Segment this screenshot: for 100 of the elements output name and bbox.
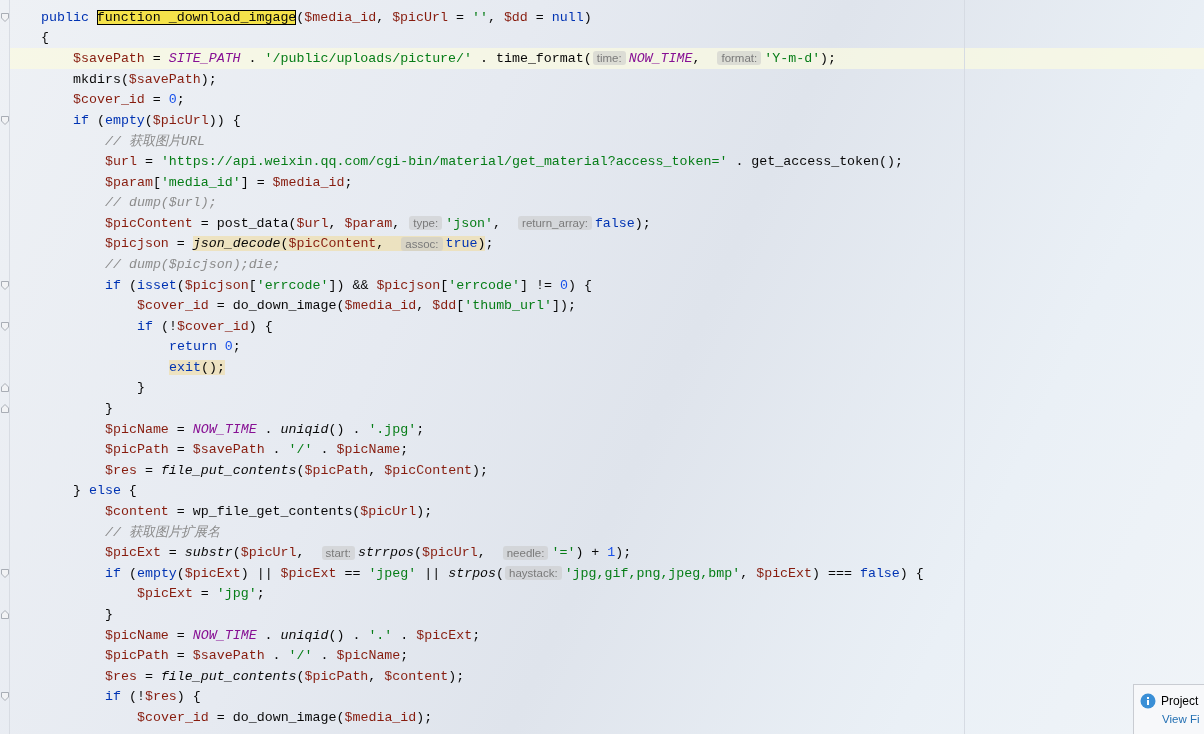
fold-marker-icon[interactable] xyxy=(0,383,9,393)
code-token: $cover_id xyxy=(137,298,209,314)
code-token: ( xyxy=(176,277,185,293)
fold-marker-icon[interactable] xyxy=(0,115,9,125)
code-token: $picUrl xyxy=(152,112,209,128)
code-token: = post_data( xyxy=(199,215,297,231)
search-highlight: function _download_imgage xyxy=(96,9,297,25)
code-token: return xyxy=(169,339,218,355)
code-token: ; xyxy=(232,339,241,355)
code-token: (! xyxy=(127,689,145,705)
code-token: $res xyxy=(105,462,137,478)
code-token: $picjson xyxy=(376,277,441,293)
code-token: NOW_TIME xyxy=(192,421,257,437)
code-token: ); xyxy=(448,668,465,684)
code-comment: // 获取图片URL xyxy=(105,132,205,150)
code-token: ); xyxy=(615,545,632,561)
code-token: ; xyxy=(472,627,481,643)
code-token: ( xyxy=(296,668,305,684)
code-token: ( xyxy=(127,277,137,293)
code-token: public xyxy=(41,9,90,25)
code-token: ; xyxy=(344,174,353,190)
code-token: ) === xyxy=(812,565,853,581)
parameter-hint: return_array: xyxy=(518,216,592,231)
code-token: ] = xyxy=(240,174,266,190)
code-token: ) { xyxy=(248,318,273,334)
code-token: $content xyxy=(105,504,169,520)
code-token: 0 xyxy=(559,277,568,293)
code-token: $picExt xyxy=(137,586,193,602)
code-token: $picContent xyxy=(384,462,473,478)
fold-marker-icon[interactable] xyxy=(0,610,9,619)
code-token: = xyxy=(534,9,545,25)
code-token: exit xyxy=(169,359,201,375)
code-token: , xyxy=(392,215,402,231)
code-token: $cover_id xyxy=(176,318,249,334)
code-token: if xyxy=(105,565,121,581)
code-token: 0 xyxy=(224,339,233,355)
code-token: $param xyxy=(105,174,153,190)
code-token: $picPath xyxy=(105,442,169,458)
code-token: (! xyxy=(159,318,177,334)
code-token: 'jpg' xyxy=(216,586,257,602)
code-token: $picName xyxy=(336,442,401,458)
code-token: '=' xyxy=(551,545,576,561)
code-token: $picUrl xyxy=(392,9,448,25)
fold-marker-icon[interactable] xyxy=(0,692,9,702)
code-token: NOW_TIME xyxy=(628,51,693,66)
code-token: . time_format( xyxy=(479,51,592,66)
code-token: } xyxy=(73,483,82,499)
code-token: = xyxy=(143,153,154,169)
code-token: $picContent xyxy=(288,236,377,252)
code-token: } xyxy=(137,380,145,396)
code-token: , xyxy=(376,9,386,25)
code-token: $picjson xyxy=(105,236,169,252)
fold-marker-icon[interactable] xyxy=(0,321,9,331)
code-token: )) { xyxy=(208,112,241,128)
code-token: ( xyxy=(413,545,422,561)
code-token: [ xyxy=(248,277,257,293)
code-token: uniqid xyxy=(280,421,329,437)
code-token: } xyxy=(105,607,113,622)
code-token: . xyxy=(247,51,258,66)
code-token: $picExt xyxy=(105,545,161,561)
code-token: ; xyxy=(400,442,409,458)
code-token: $savePath xyxy=(128,71,201,87)
code-token: ); xyxy=(416,504,433,520)
notification-title: Project xyxy=(1161,694,1199,708)
code-token: ]) && xyxy=(328,277,370,293)
code-token: $dd xyxy=(432,298,457,314)
code-token: 'jpeg' xyxy=(368,565,417,581)
code-token: $picName xyxy=(336,648,401,664)
code-token: ; xyxy=(400,648,409,664)
code-token: NOW_TIME xyxy=(192,627,257,643)
code-token: = do_down_image( xyxy=(215,710,345,725)
code-token: [ xyxy=(440,277,449,293)
code-token: = xyxy=(175,442,186,458)
code-token: = wp_file_get_contents( xyxy=(175,504,361,520)
code-comment: // dump($url); xyxy=(105,195,217,211)
fold-marker-icon[interactable] xyxy=(0,280,9,290)
code-token: == xyxy=(343,565,362,581)
code-token: $picName xyxy=(105,421,169,437)
code-token: uniqid xyxy=(280,627,329,643)
code-token: 'media_id' xyxy=(160,174,241,190)
code-token: ( xyxy=(232,545,241,561)
fold-marker-icon[interactable] xyxy=(0,12,9,22)
code-token: ( xyxy=(496,565,505,581)
code-token: ); xyxy=(634,215,651,231)
code-token: $picContent xyxy=(105,215,193,231)
code-token: json_decode xyxy=(192,236,281,252)
code-token: substr xyxy=(184,545,233,561)
code-token: , xyxy=(296,545,306,561)
code-token: [ xyxy=(152,174,161,190)
code-token: 'https://api.weixin.qq.com/cgi-bin/material/get_material?access_token=' xyxy=(160,153,728,169)
code-token: , xyxy=(740,565,750,581)
fold-marker-icon[interactable] xyxy=(0,404,9,414)
code-token: , xyxy=(493,215,503,231)
code-token: ) xyxy=(583,9,592,25)
fold-marker-icon[interactable] xyxy=(0,568,9,578)
code-token: $picExt xyxy=(756,565,813,581)
code-token: $savePath xyxy=(192,648,265,664)
code-token: = xyxy=(454,9,465,25)
code-token: $url xyxy=(296,215,329,231)
view-files-link[interactable]: View Fi xyxy=(1162,713,1204,725)
